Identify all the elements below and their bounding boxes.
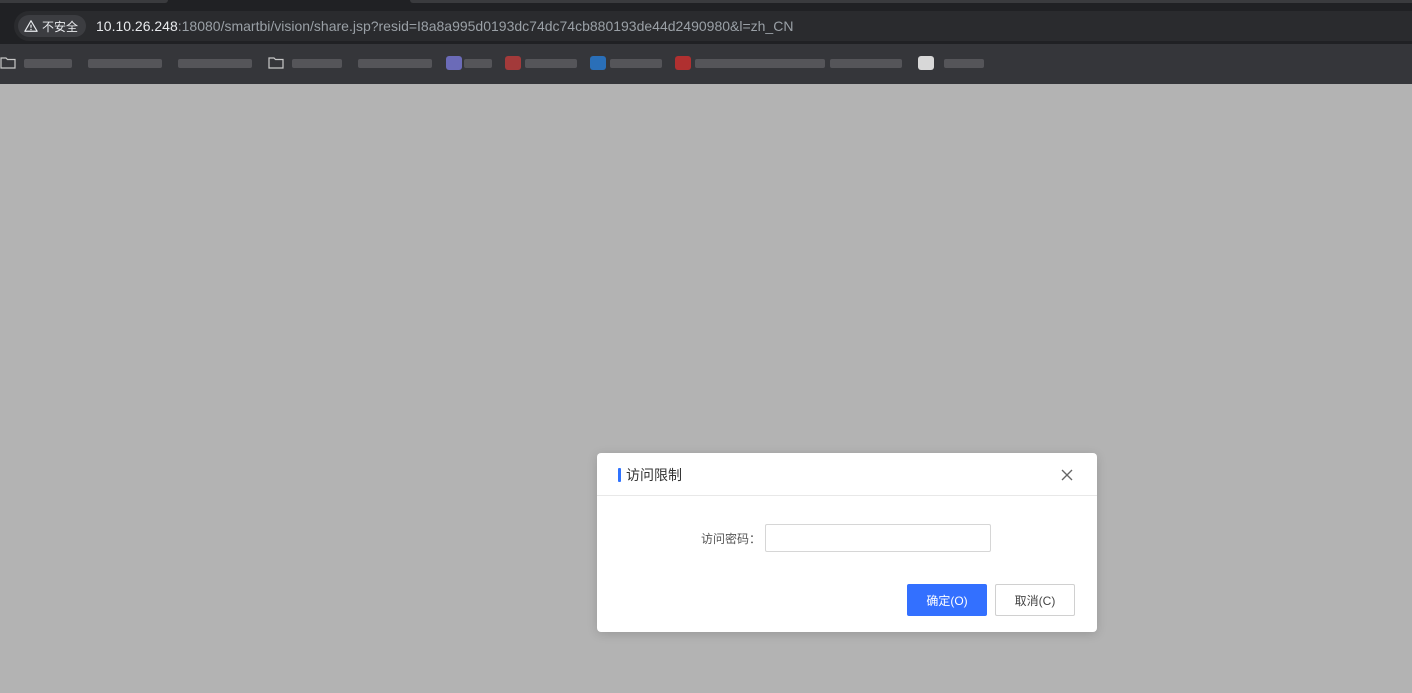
url-path: :18080/smartbi/vision/share.jsp?resid=I8… bbox=[177, 18, 794, 34]
url-host: 10.10.26.248 bbox=[96, 18, 178, 34]
security-label: 不安全 bbox=[42, 19, 79, 34]
confirm-button[interactable]: 确定(O) bbox=[907, 584, 987, 616]
address-bar[interactable]: 不安全 10.10.26.248:18080/smartbi/vision/sh… bbox=[14, 11, 1412, 41]
warning-icon bbox=[24, 20, 38, 32]
url-text[interactable]: 10.10.26.248:18080/smartbi/vision/share.… bbox=[96, 11, 793, 41]
security-indicator[interactable]: 不安全 bbox=[18, 15, 87, 37]
password-label: 访问密码： bbox=[701, 532, 762, 546]
dialog-title: 访问限制 bbox=[626, 467, 682, 483]
tab-strip bbox=[0, 0, 1412, 8]
browser-tab[interactable] bbox=[410, 0, 1412, 3]
cancel-button[interactable]: 取消(C) bbox=[995, 584, 1075, 616]
browser-toolbar: 不安全 10.10.26.248:18080/smartbi/vision/sh… bbox=[0, 8, 1412, 44]
access-restriction-dialog: 访问限制 访问密码： 确定(O) 取消(C) bbox=[597, 453, 1097, 632]
password-input[interactable] bbox=[765, 524, 991, 552]
dialog-header: 访问限制 bbox=[597, 453, 1097, 496]
title-accent-bar bbox=[618, 468, 621, 482]
bookmarks-bar bbox=[0, 44, 1412, 84]
folder-icon bbox=[0, 57, 16, 69]
close-icon[interactable] bbox=[1059, 467, 1075, 483]
browser-tab[interactable] bbox=[0, 0, 168, 3]
folder-icon bbox=[268, 57, 284, 69]
